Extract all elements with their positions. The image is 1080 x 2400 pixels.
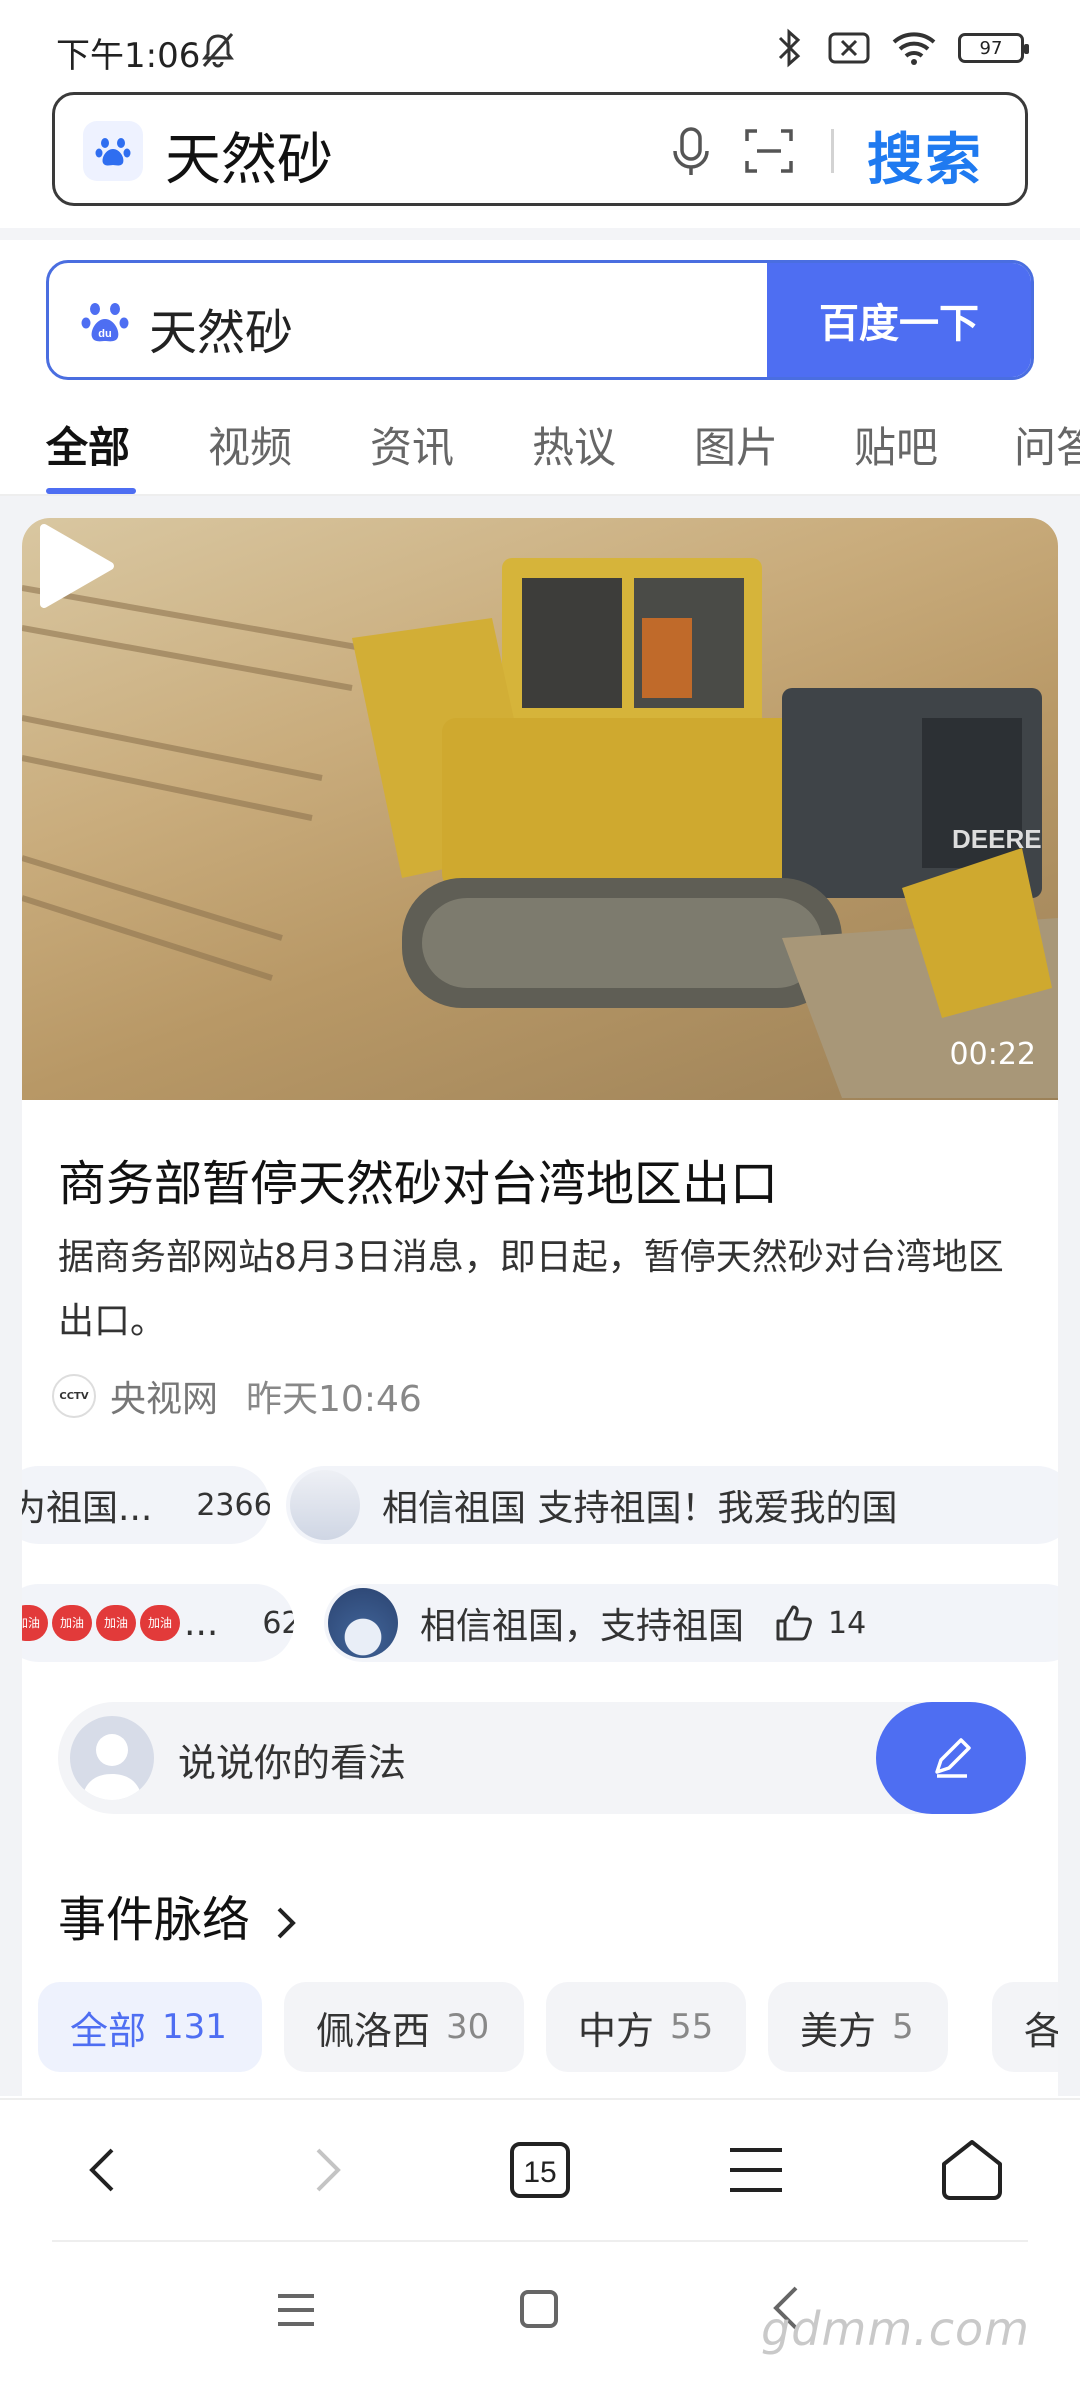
- scan-icon[interactable]: [743, 125, 795, 177]
- bell-muted-icon: [202, 33, 234, 68]
- comment-text: 相信祖国，支持祖国: [420, 1606, 745, 1647]
- bluetooth-icon: [778, 28, 801, 68]
- commenter-avatar: [328, 1588, 398, 1658]
- write-comment-button[interactable]: [876, 1702, 1026, 1814]
- commenter-avatar: [290, 1470, 360, 1540]
- battery-icon: 97: [958, 33, 1029, 63]
- baidu-search-box[interactable]: du 天然砂 百度一下: [46, 260, 1034, 380]
- timeline-chip-other[interactable]: 各: [992, 1982, 1058, 2072]
- article-summary: 据商务部网站8月3日消息，即日起，暂停天然砂对台湾地区出口。: [58, 1237, 1004, 1342]
- bulldozer-image: DEERE: [22, 558, 1058, 1098]
- nav-separator: [52, 2240, 1028, 2242]
- video-duration: 00:22: [949, 1037, 1036, 1072]
- comment-pill[interactable]: 为祖国... 2366: [22, 1466, 270, 1544]
- forward-icon[interactable]: [290, 2134, 362, 2206]
- comment-text: 为祖国...: [22, 1488, 153, 1529]
- chevron-right-icon: [277, 1907, 297, 1939]
- battery-level: 97: [979, 37, 1003, 59]
- like-count: 2366: [196, 1487, 270, 1523]
- recents-icon[interactable]: [274, 2290, 318, 2330]
- comment-pill[interactable]: 加油 加油 加油 加油 ... 627: [22, 1584, 294, 1662]
- tab-tieba[interactable]: 贴吧: [854, 414, 938, 475]
- tabs-icon[interactable]: 15: [504, 2134, 576, 2206]
- news-result-card[interactable]: DEERE 00:22 商务部暂停天然砂对台湾地区出口 据商务部网站8月3日消息…: [22, 518, 1058, 2098]
- status-time: 下午1:06: [56, 36, 201, 76]
- comment-text: ...: [184, 1602, 219, 1644]
- tab-qa[interactable]: 问答: [1014, 414, 1080, 475]
- no-sim-icon: [828, 32, 870, 64]
- comment-pill[interactable]: 相信祖国 支持祖国！我爱我的国: [286, 1466, 1058, 1544]
- cctv-logo-icon: CCTV: [52, 1374, 96, 1418]
- status-bar: 下午1:06 97: [0, 0, 1080, 90]
- wifi-icon: [892, 32, 936, 65]
- svg-text:DEERE: DEERE: [952, 824, 1042, 854]
- comment-input[interactable]: 说说你的看法: [58, 1702, 1026, 1814]
- svg-text:du: du: [98, 328, 111, 340]
- baidu-paw-icon: [83, 121, 143, 181]
- home-icon[interactable]: [936, 2134, 1008, 2206]
- baidu-search-button[interactable]: 百度一下: [767, 263, 1031, 377]
- search-divider: [831, 129, 834, 173]
- tab-count: 15: [523, 2156, 556, 2189]
- baidu-du-icon: du: [81, 303, 129, 342]
- system-nav-bar: gdmm.com: [0, 2244, 1080, 2400]
- menu-icon[interactable]: [720, 2134, 792, 2206]
- watermark: gdmm.com: [761, 2302, 1030, 2356]
- pencil-icon: [935, 1738, 971, 1778]
- back-icon[interactable]: [68, 2134, 140, 2206]
- thumbs-up-icon[interactable]: [774, 1603, 814, 1643]
- comment-text: 相信祖国 支持祖国！我爱我的国: [382, 1488, 898, 1529]
- like-count: 14: [828, 1605, 867, 1641]
- timeline-chip-china[interactable]: 中方 55: [546, 1982, 746, 2072]
- video-thumbnail[interactable]: DEERE 00:22: [22, 518, 1058, 1100]
- baidu-search-query[interactable]: 天然砂: [149, 293, 293, 363]
- source-name[interactable]: 央视网: [110, 1370, 218, 1422]
- publish-time: 昨天10:46: [246, 1379, 422, 1420]
- header-separator: [0, 228, 1080, 240]
- comment-pill[interactable]: 相信祖国，支持祖国 14: [324, 1584, 1058, 1662]
- tab-images[interactable]: 图片: [694, 414, 778, 475]
- timeline-title-text: 事件脉络: [58, 1892, 251, 1948]
- timeline-title[interactable]: 事件脉络: [58, 1880, 301, 1950]
- cheer-emoji-badges: 加油 加油 加油 加油: [22, 1605, 184, 1641]
- user-avatar: [70, 1716, 154, 1800]
- result-tabs: 全部 视频 资讯 热议 图片 贴吧 问答: [0, 400, 1080, 496]
- address-search-bar[interactable]: 天然砂 搜索: [52, 92, 1028, 206]
- tab-all[interactable]: 全部: [46, 414, 130, 475]
- search-query[interactable]: 天然砂: [165, 115, 333, 196]
- timeline-chip-us[interactable]: 美方 5: [768, 1982, 948, 2072]
- comment-placeholder: 说说你的看法: [178, 1741, 407, 1785]
- system-home-icon[interactable]: [518, 2288, 560, 2330]
- tab-video[interactable]: 视频: [208, 414, 292, 475]
- article-source: CCTV 央视网 昨天10:46: [52, 1370, 422, 1422]
- browser-toolbar: 15: [0, 2098, 1080, 2238]
- microphone-icon[interactable]: [663, 123, 719, 179]
- article-headline[interactable]: 商务部暂停天然砂对台湾地区出口: [58, 1144, 778, 1214]
- status-icons: 97: [772, 28, 1029, 68]
- timeline-chip-all[interactable]: 全部 131: [38, 1982, 262, 2072]
- search-button[interactable]: 搜索: [867, 115, 983, 196]
- like-count: 627: [262, 1605, 294, 1641]
- timeline-chip-pelosi[interactable]: 佩洛西 30: [284, 1982, 524, 2072]
- tab-news[interactable]: 资讯: [370, 414, 454, 475]
- tab-hot-discussion[interactable]: 热议: [532, 414, 616, 475]
- play-icon[interactable]: [22, 518, 118, 614]
